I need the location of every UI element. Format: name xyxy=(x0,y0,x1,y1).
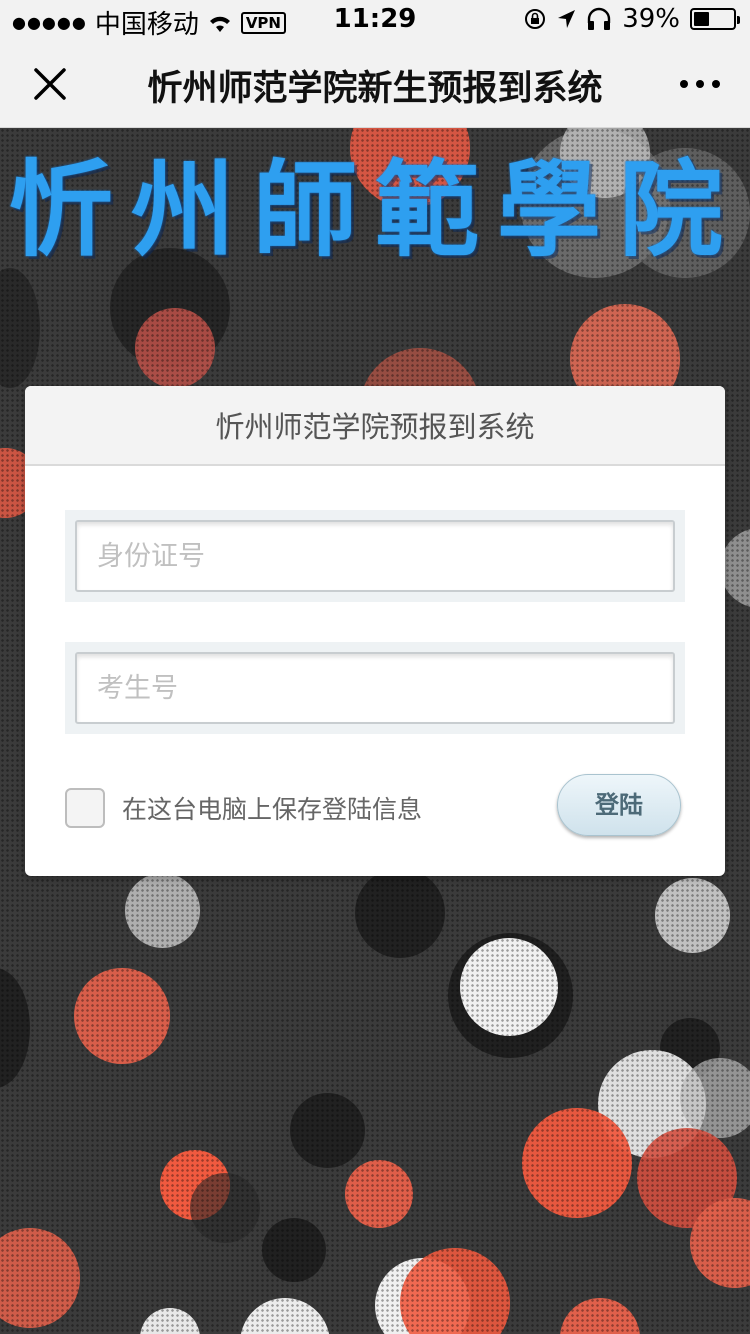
close-icon[interactable] xyxy=(28,62,72,106)
login-button[interactable]: 登陆 xyxy=(557,774,681,836)
status-right: 39% xyxy=(524,4,740,34)
location-icon xyxy=(558,10,576,28)
battery-icon xyxy=(690,8,740,30)
id-field-wrapper xyxy=(65,510,685,602)
login-card: 忻州师范学院预报到系统 在这台电脑上保存登陆信息 登陆 xyxy=(25,386,725,876)
more-icon[interactable] xyxy=(678,66,722,102)
remember-label: 在这台电脑上保存登陆信息 xyxy=(122,795,423,824)
remember-row: 在这台电脑上保存登陆信息 xyxy=(65,788,422,828)
battery-level xyxy=(694,12,709,26)
exam-field-wrapper xyxy=(65,642,685,734)
brand-title: 忻州師範學院 xyxy=(8,148,741,271)
exam-number-input[interactable] xyxy=(75,652,675,724)
headphones-icon xyxy=(588,7,611,30)
battery-percent: 39% xyxy=(622,4,680,34)
orientation-lock-icon xyxy=(525,9,546,29)
id-number-input[interactable] xyxy=(75,520,675,592)
nav-bar: 忻州师范学院新生预报到系统 xyxy=(0,40,750,128)
login-card-title: 忻州师范学院预报到系统 xyxy=(25,386,725,466)
remember-checkbox[interactable] xyxy=(65,788,105,828)
nav-title: 忻州师范学院新生预报到系统 xyxy=(147,69,603,109)
status-bar: ●●●●● 中国移动 VPN 11:29 39% xyxy=(0,0,750,40)
